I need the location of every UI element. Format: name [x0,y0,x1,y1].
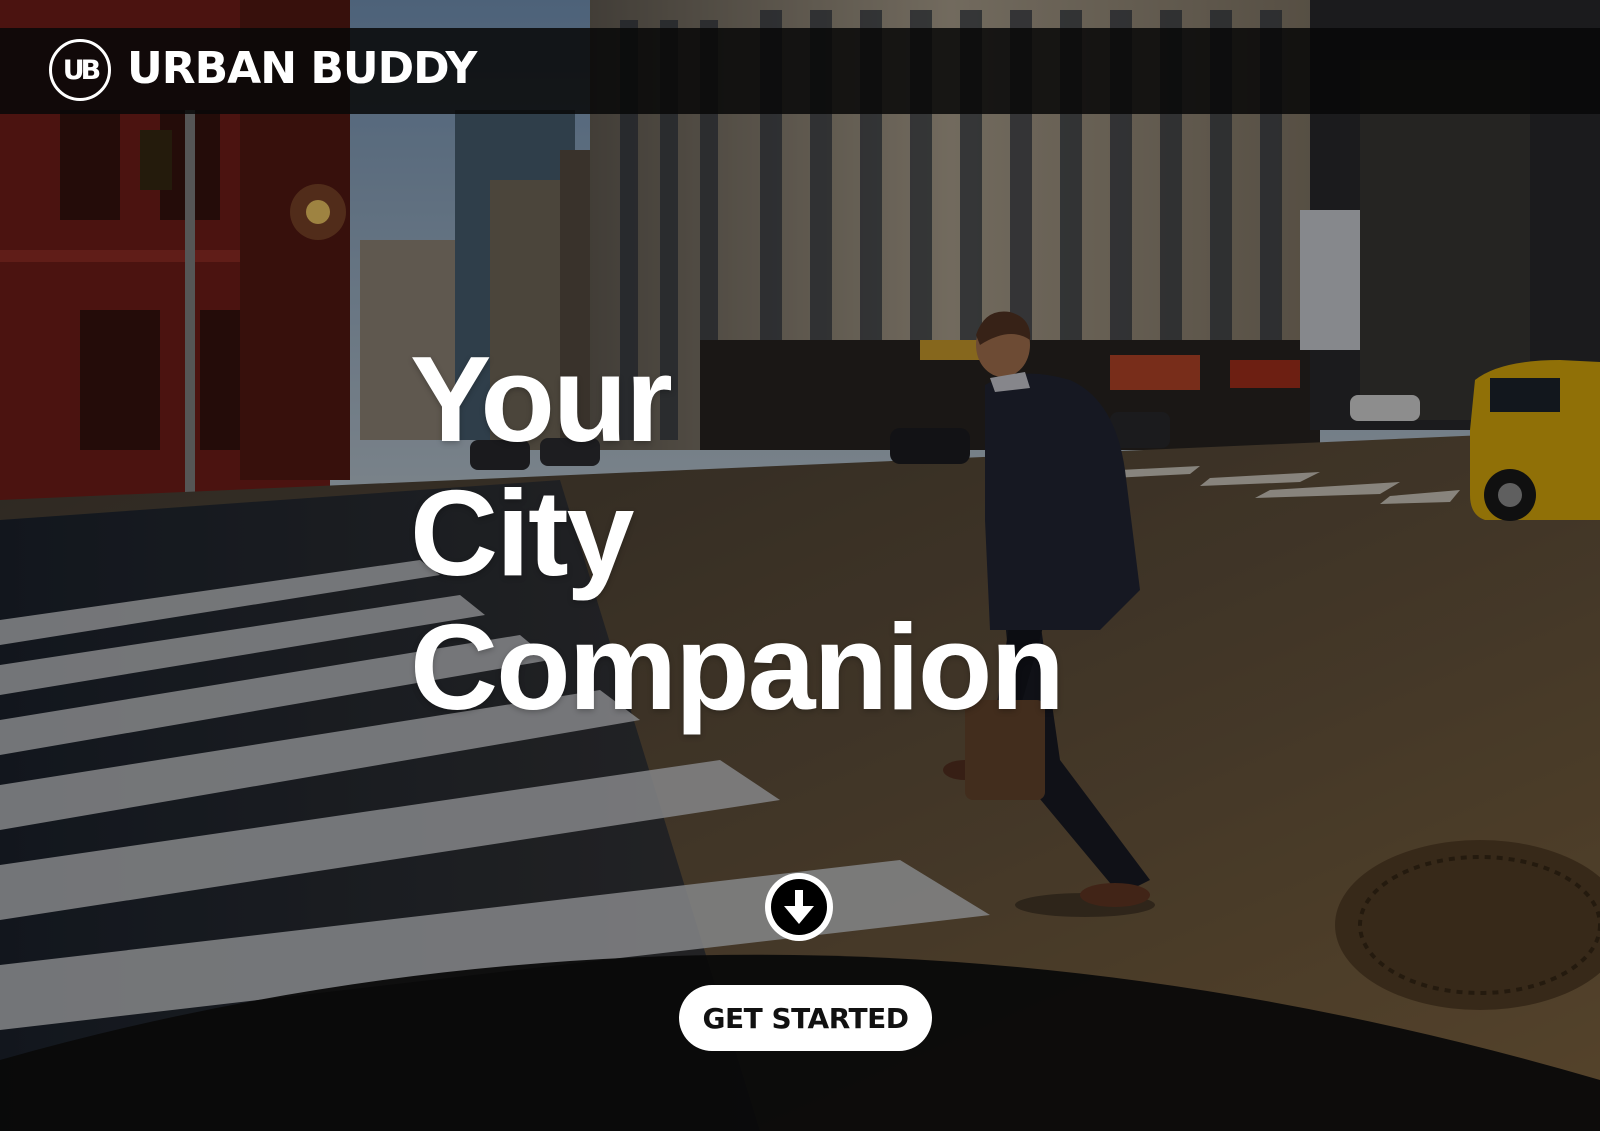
hero-heading: Your City Companion [410,331,1065,735]
brand-logo-icon[interactable]: UB [49,39,111,101]
hero-line-3: Companion [410,599,1065,735]
hero-line-1: Your [410,331,673,467]
get-started-button[interactable]: GET STARTED [679,985,932,1051]
arrow-down-circle-icon [771,879,827,935]
scroll-down-button[interactable] [765,873,833,941]
hero-line-2: City [410,465,634,601]
brand-name[interactable]: URBAN BUDDY [127,42,477,96]
top-header-bar: UB URBAN BUDDY [0,28,1600,114]
landing-page: UB URBAN BUDDY Your City Companion GET S… [0,0,1600,1131]
